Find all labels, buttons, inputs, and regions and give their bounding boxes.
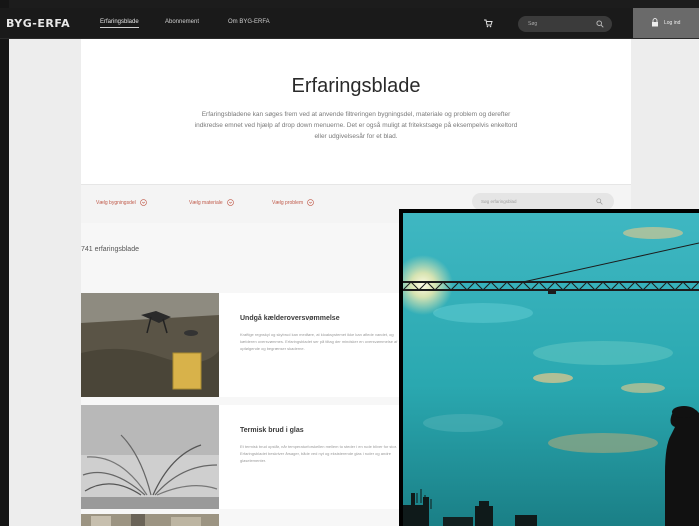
card-thumbnail-partial	[81, 514, 219, 526]
nav-link-om-byg-erfa[interactable]: Om BYG-ERFA	[228, 19, 270, 25]
result-count: 741 erfaringsblade	[81, 246, 139, 253]
filter-label: Vælg bygningsdel	[96, 199, 136, 206]
construction-crane-image	[403, 213, 699, 526]
nav-link-abonnement[interactable]: Abonnement	[165, 19, 199, 25]
card-thumbnail	[81, 293, 219, 397]
construction-photo	[399, 209, 699, 526]
site-search-input[interactable]	[528, 19, 588, 29]
result-card[interactable]: Undgå kælderoversvømmelse Kraftige regns…	[81, 293, 411, 397]
filter-label: Vælg materiale	[189, 199, 223, 206]
site-logo[interactable]: BYG-ERFA	[6, 17, 70, 30]
top-navigation: BYG-ERFA Erfaringsblade Abonnement Om BY…	[0, 8, 699, 39]
search-icon[interactable]	[596, 20, 604, 28]
login-label: Log ind	[664, 20, 681, 26]
card-description: Et termisk brud opstår, når temperaturfo…	[240, 444, 397, 463]
card-title[interactable]: Undgå kælderoversvømmelse	[240, 315, 340, 322]
cart-icon[interactable]	[483, 18, 493, 28]
chevron-down-icon	[307, 199, 314, 206]
search-icon[interactable]	[596, 198, 603, 205]
card-title[interactable]: Termisk brud i glas	[240, 427, 304, 434]
browser-edge	[0, 0, 9, 526]
result-card[interactable]: Termisk brud i glas Et termisk brud opst…	[81, 405, 411, 509]
card-thumbnail	[81, 405, 219, 509]
nav-link-erfaringsblade[interactable]: Erfaringsblade	[100, 19, 139, 28]
card-description: Kraftige regnskyl og skybrud kan medføre…	[240, 332, 398, 351]
chevron-down-icon	[139, 199, 147, 206]
filter-bygningsdel[interactable]: Vælg bygningsdel	[96, 199, 147, 206]
filter-problem[interactable]: Vælg problem	[272, 199, 314, 206]
intro-text: Erfaringsbladene kan søges frem ved at a…	[194, 111, 518, 140]
erfaringsblad-search-input[interactable]	[481, 197, 581, 206]
filter-label: Vælg problem	[272, 199, 304, 206]
login-button[interactable]: Log ind	[633, 8, 699, 38]
site-search[interactable]	[518, 16, 612, 32]
lock-icon	[652, 18, 658, 27]
page-title: Erfaringsblade	[291, 75, 421, 97]
filter-materiale[interactable]: Vælg materiale	[189, 199, 234, 206]
hero-section: Erfaringsblade Erfaringsbladene kan søge…	[81, 39, 631, 184]
erfaringsblad-search[interactable]	[472, 193, 614, 210]
chevron-down-icon	[226, 199, 234, 206]
